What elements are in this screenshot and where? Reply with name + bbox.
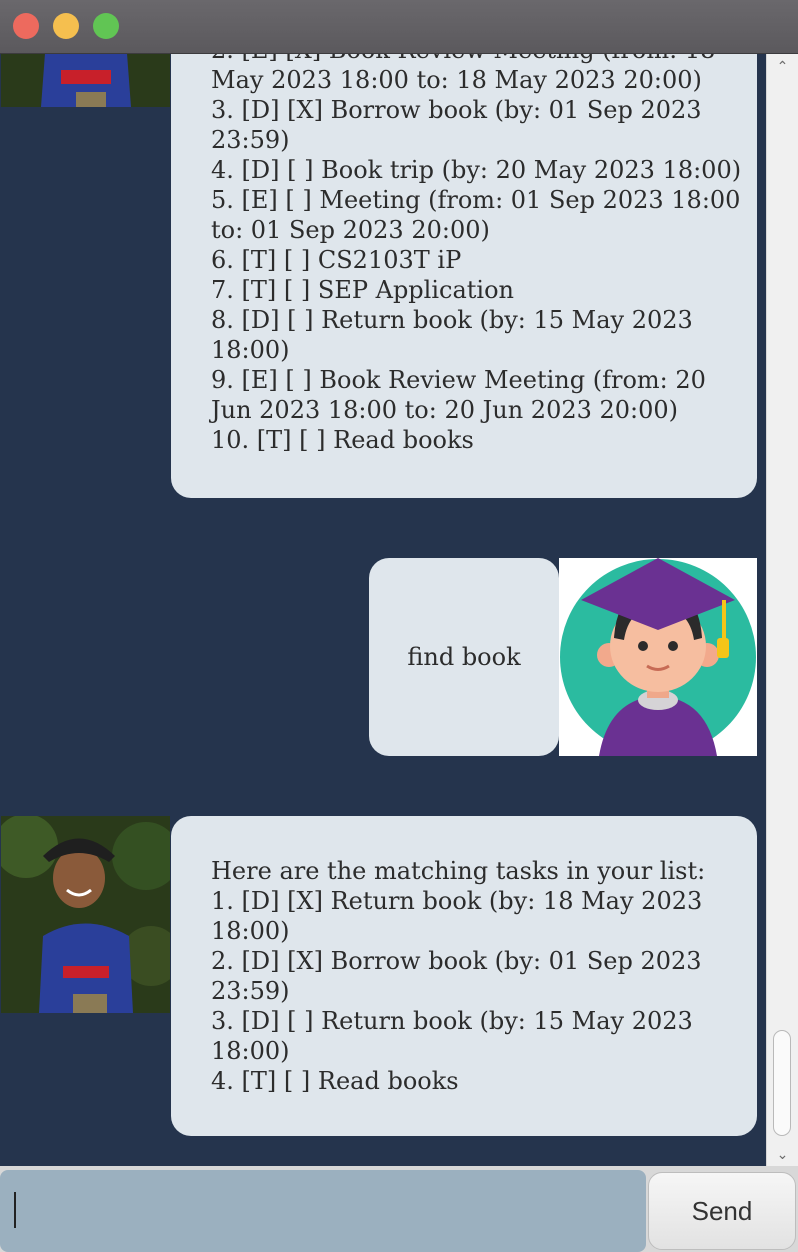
message-line: 8. [D] [ ] Return book (by: 15 May 2023 bbox=[211, 306, 693, 334]
message-line: 5. [E] [ ] Meeting (from: 01 Sep 2023 18… bbox=[211, 186, 741, 214]
message-line: 23:59) bbox=[211, 126, 290, 154]
message-input[interactable] bbox=[0, 1170, 646, 1252]
minimize-window-button[interactable] bbox=[53, 13, 79, 39]
message-line: 3. [D] [ ] Return book (by: 15 May 2023 bbox=[211, 1007, 693, 1035]
message-line: 18:00) bbox=[211, 336, 290, 364]
message-line: May 2023 18:00 to: 18 May 2023 20:00) bbox=[211, 66, 702, 94]
text-caret bbox=[14, 1192, 16, 1228]
message-line: 4. [D] [ ] Book trip (by: 20 May 2023 18… bbox=[211, 156, 742, 184]
message-line: 23:59) bbox=[211, 977, 290, 1005]
message-line: 2. [D] [X] Borrow book (by: 01 Sep 2023 bbox=[211, 947, 702, 975]
scrollbar-thumb[interactable] bbox=[773, 1030, 791, 1136]
message-line: 18:00) bbox=[211, 917, 290, 945]
message-line: 1. [D] [X] Return book (by: 18 May 2023 bbox=[211, 887, 703, 915]
chevron-up-icon[interactable]: ⌃ bbox=[767, 56, 798, 76]
duke-message-task-list: 2. [E] [X] Book Review Meeting (from: 18… bbox=[171, 54, 757, 498]
message-line: 3. [D] [X] Borrow book (by: 01 Sep 2023 bbox=[211, 96, 702, 124]
window-titlebar bbox=[0, 0, 798, 54]
close-window-button[interactable] bbox=[13, 13, 39, 39]
chat-scroll-area[interactable]: 2. [E] [X] Book Review Meeting (from: 18… bbox=[0, 54, 766, 1166]
duke-avatar bbox=[1, 54, 170, 107]
message-line: 18:00) bbox=[211, 1037, 290, 1065]
message-line: to: 01 Sep 2023 20:00) bbox=[211, 216, 490, 244]
vertical-scrollbar[interactable]: ⌃ ⌄ bbox=[766, 54, 798, 1166]
send-button[interactable]: Send bbox=[648, 1172, 796, 1250]
chevron-down-icon[interactable]: ⌄ bbox=[767, 1144, 798, 1164]
user-message-bubble: find book bbox=[369, 558, 559, 756]
message-line: 9. [E] [ ] Book Review Meeting (from: 20 bbox=[211, 366, 706, 394]
user-message-text: find book bbox=[407, 643, 521, 671]
message-line: Jun 2023 18:00 to: 20 Jun 2023 20:00) bbox=[211, 396, 679, 424]
message-line: 2. [E] [X] Book Review Meeting (from: 18 bbox=[211, 54, 757, 65]
message-line: 7. [T] [ ] SEP Application bbox=[211, 276, 514, 304]
duke-message-find-results: Here are the matching tasks in your list… bbox=[171, 816, 757, 1136]
message-line: Here are the matching tasks in your list… bbox=[211, 857, 706, 885]
duke-avatar bbox=[1, 816, 170, 1013]
user-avatar bbox=[559, 558, 757, 756]
zoom-window-button[interactable] bbox=[93, 13, 119, 39]
message-line: 6. [T] [ ] CS2103T iP bbox=[211, 246, 462, 274]
message-line: 10. [T] [ ] Read books bbox=[211, 426, 474, 454]
input-bar: Send bbox=[0, 1166, 798, 1252]
message-line: 4. [T] [ ] Read books bbox=[211, 1067, 459, 1095]
